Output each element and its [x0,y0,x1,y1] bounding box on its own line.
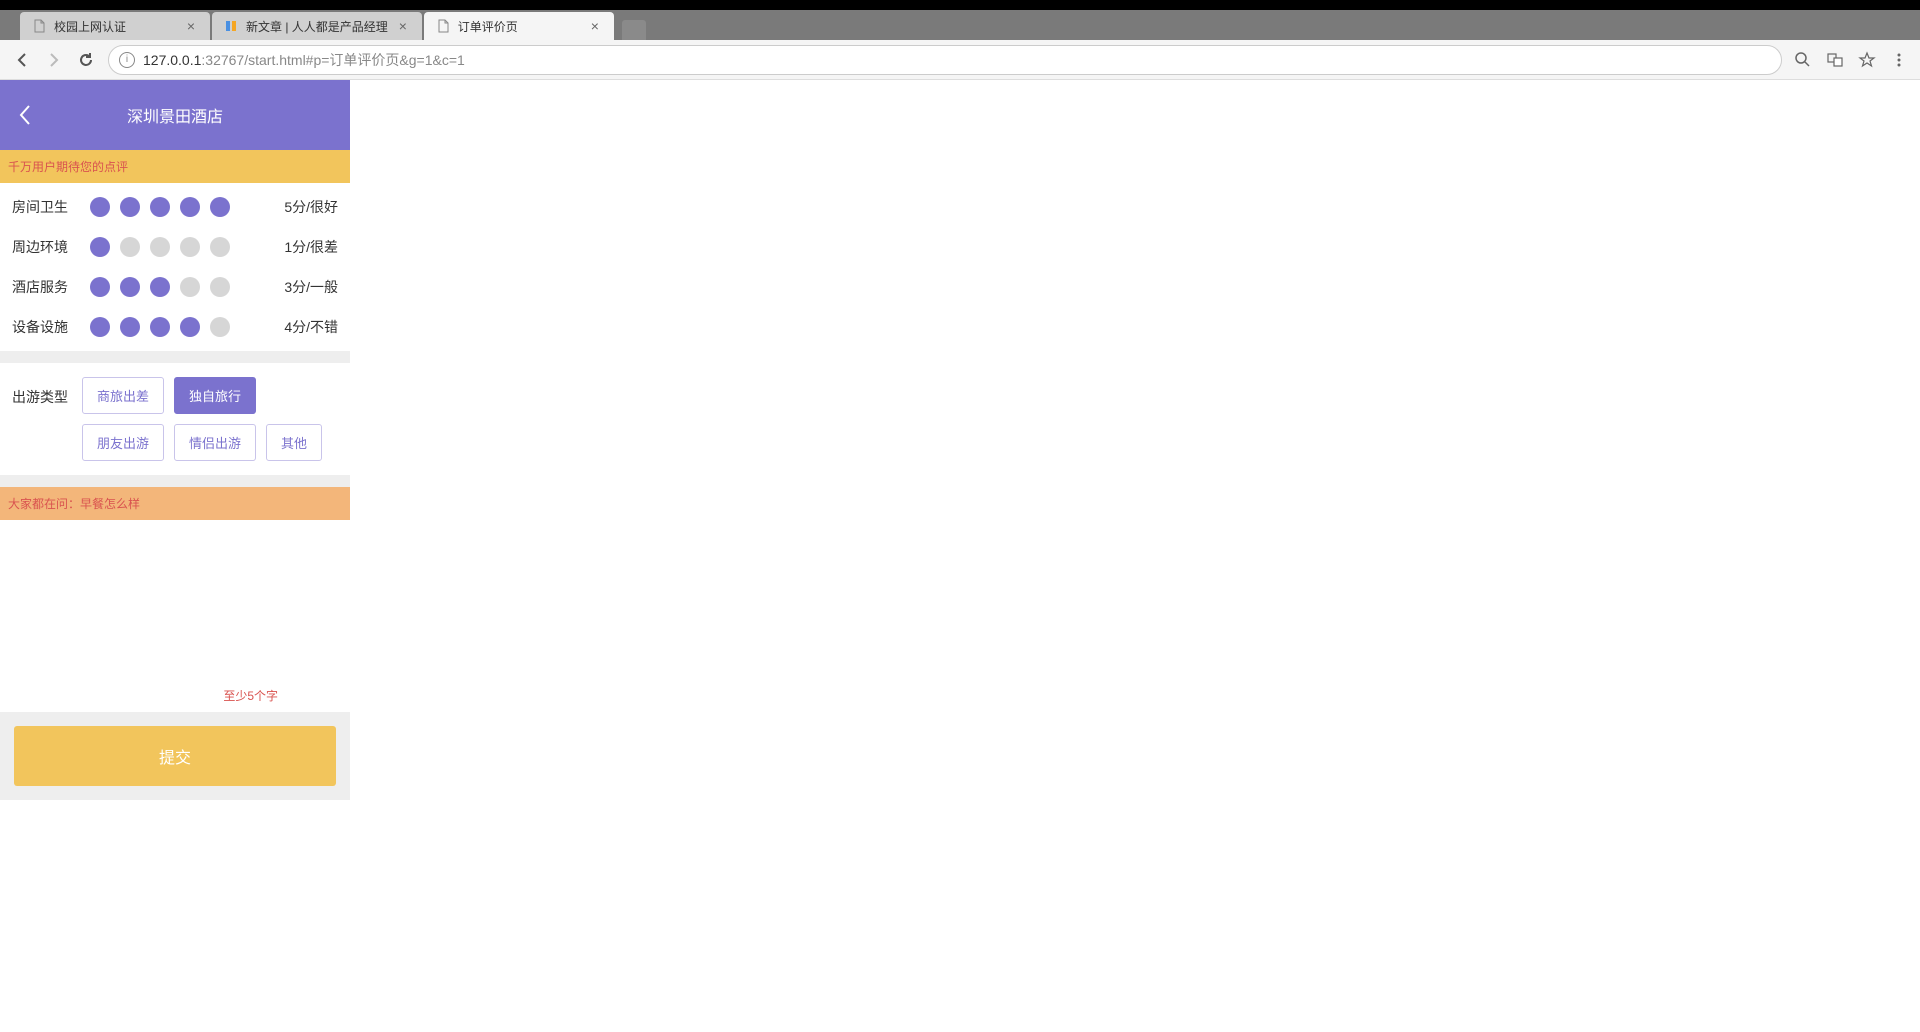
url-text: 127.0.0.1:32767/start.html#p=订单评价页&g=1&c… [143,50,465,70]
mobile-mockup: 深圳景田酒店 千万用户期待您的点评 房间卫生 5分/很好 周边环境 [0,80,350,800]
rating-score-text: 4分/不错 [276,317,338,337]
rating-label: 房间卫生 [12,197,82,217]
rating-dot[interactable] [120,197,140,217]
browser-tab-1[interactable]: 新文章 | 人人都是产品经理 × [212,12,422,40]
travel-tag-couple[interactable]: 情侣出游 [174,424,256,461]
rating-dot[interactable] [150,317,170,337]
rating-score-text: 5分/很好 [276,197,338,217]
site-info-icon[interactable]: i [119,52,135,68]
tab-title: 订单评价页 [458,18,580,35]
min-chars-hint: 至少5个字 [12,683,338,708]
rating-dot[interactable] [180,197,200,217]
tab-title: 新文章 | 人人都是产品经理 [246,18,388,35]
rating-dot[interactable] [210,277,230,297]
forward-button[interactable] [44,50,64,70]
zoom-icon[interactable] [1794,51,1812,69]
rating-dots [82,237,276,257]
back-chevron-icon[interactable] [0,80,50,150]
rating-dot[interactable] [90,277,110,297]
review-text-section: 至少5个字 [0,520,350,712]
travel-type-label: 出游类型 [12,377,82,407]
rating-label: 设备设施 [12,317,82,337]
rating-score-text: 3分/一般 [276,277,338,297]
submit-section: 提交 [0,712,350,800]
rating-label: 酒店服务 [12,277,82,297]
rating-dots [82,317,276,337]
page-icon [436,19,450,33]
browser-tab-2[interactable]: 订单评价页 × [424,12,614,40]
browser-tab-bar: 校园上网认证 × 新文章 | 人人都是产品经理 × 订单评价页 × [0,10,1920,40]
browser-tab-0[interactable]: 校园上网认证 × [20,12,210,40]
travel-type-section: 出游类型 商旅出差 独自旅行 朋友出游 情侣出游 其他 [0,363,350,475]
close-icon[interactable]: × [588,19,602,33]
rating-dot[interactable] [180,237,200,257]
rating-score-text: 1分/很差 [276,237,338,257]
rating-dot[interactable] [180,277,200,297]
rating-row-room-hygiene: 房间卫生 5分/很好 [0,187,350,227]
bookmark-star-icon[interactable] [1858,51,1876,69]
ratings-section: 房间卫生 5分/很好 周边环境 [0,183,350,351]
address-bar[interactable]: i 127.0.0.1:32767/start.html#p=订单评价页&g=1… [108,45,1782,75]
rating-dot[interactable] [120,237,140,257]
travel-tag-other[interactable]: 其他 [266,424,322,461]
rating-dot[interactable] [90,197,110,217]
reload-button[interactable] [76,50,96,70]
tab-title: 校园上网认证 [54,18,176,35]
submit-button[interactable]: 提交 [14,726,336,786]
rating-dots [82,197,276,217]
woshipm-icon [224,19,238,33]
rating-dot[interactable] [90,317,110,337]
menu-dots-icon[interactable] [1890,51,1908,69]
rating-dots [82,277,276,297]
rating-dot[interactable] [210,237,230,257]
rating-dot[interactable] [120,277,140,297]
rating-row-hotel-service: 酒店服务 3分/一般 [0,267,350,307]
travel-tag-friends[interactable]: 朋友出游 [82,424,164,461]
rating-label: 周边环境 [12,237,82,257]
rating-dot[interactable] [150,237,170,257]
page-content: 深圳景田酒店 千万用户期待您的点评 房间卫生 5分/很好 周边环境 [0,80,1920,800]
rating-dot[interactable] [120,317,140,337]
rating-dot[interactable] [210,197,230,217]
rating-dot[interactable] [90,237,110,257]
browser-toolbar: i 127.0.0.1:32767/start.html#p=订单评价页&g=1… [0,40,1920,80]
rating-dot[interactable] [150,197,170,217]
question-prompt-banner: 大家都在问：早餐怎么样 [0,487,350,520]
close-icon[interactable]: × [184,19,198,33]
travel-type-tags: 商旅出差 独自旅行 朋友出游 情侣出游 其他 [82,377,338,461]
page-icon [32,19,46,33]
new-tab-button[interactable] [622,20,646,40]
rating-dot[interactable] [150,277,170,297]
rating-dot[interactable] [180,317,200,337]
rating-row-surroundings: 周边环境 1分/很差 [0,227,350,267]
rating-row-facilities: 设备设施 4分/不错 [0,307,350,347]
rating-dot[interactable] [210,317,230,337]
review-prompt-banner: 千万用户期待您的点评 [0,150,350,183]
travel-tag-business[interactable]: 商旅出差 [82,377,164,414]
review-textarea[interactable] [12,528,338,678]
toolbar-right [1794,51,1908,69]
travel-tag-solo[interactable]: 独自旅行 [174,377,256,414]
back-button[interactable] [12,50,32,70]
app-header: 深圳景田酒店 [0,80,350,150]
translate-icon[interactable] [1826,51,1844,69]
page-title: 深圳景田酒店 [50,103,300,127]
close-icon[interactable]: × [396,19,410,33]
browser-black-bar [0,0,1920,10]
